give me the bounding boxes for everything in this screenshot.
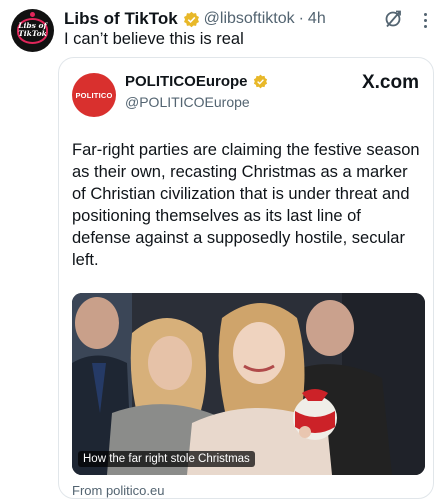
avatar-logo-text: Libs of TikTok [11,22,54,38]
quoted-author-handle[interactable]: @POLITICOEurope [125,94,250,110]
photo-illustration [72,293,425,475]
avatar[interactable]: Libs of TikTok [11,9,54,52]
author-name[interactable]: Libs of TikTok [64,9,178,29]
article-line: of Christian civilization that is under … [72,185,410,203]
article-line: left. [72,251,99,269]
tweet-text: I can’t believe this is real [64,30,244,48]
avatar-text-line2: TikTok [18,29,47,38]
avatar-logo-mark [30,12,35,17]
politico-logo-text: POLITICO [75,90,113,100]
quoted-post-card[interactable]: POLITICO POLITICOEurope @POLITICOEurope … [58,57,434,499]
politico-avatar[interactable]: POLITICO [72,73,116,117]
quoted-author-name-line: POLITICOEurope [125,73,268,90]
verified-badge-icon[interactable] [253,74,268,89]
article-line: defense against a supposedly hostile, se… [72,229,405,247]
image-caption: How the far right stole Christmas [78,451,255,467]
quoted-post-text: Far-right parties are claiming the festi… [72,139,432,271]
tweet-timestamp[interactable]: 4h [308,10,326,28]
article-line: Far-right parties are claiming the festi… [72,141,420,159]
article-line: positioning themselves as its last line … [72,207,361,225]
more-options-icon[interactable] [420,10,430,30]
article-line: as their own, recasting Christmas as a m… [72,163,408,181]
article-preview-image[interactable]: How the far right stole Christmas [72,293,425,475]
grok-icon[interactable] [383,8,403,30]
separator-dot: · [298,10,304,27]
quoted-author-name[interactable]: POLITICOEurope [125,73,248,90]
link-source[interactable]: From politico.eu [72,483,164,498]
tweet-author-line: Libs of TikTok @libsoftiktok · 4h [64,8,326,30]
verified-badge-icon[interactable] [183,11,200,28]
author-handle[interactable]: @libsoftiktok [204,10,295,28]
platform-label: X.com [361,72,419,93]
